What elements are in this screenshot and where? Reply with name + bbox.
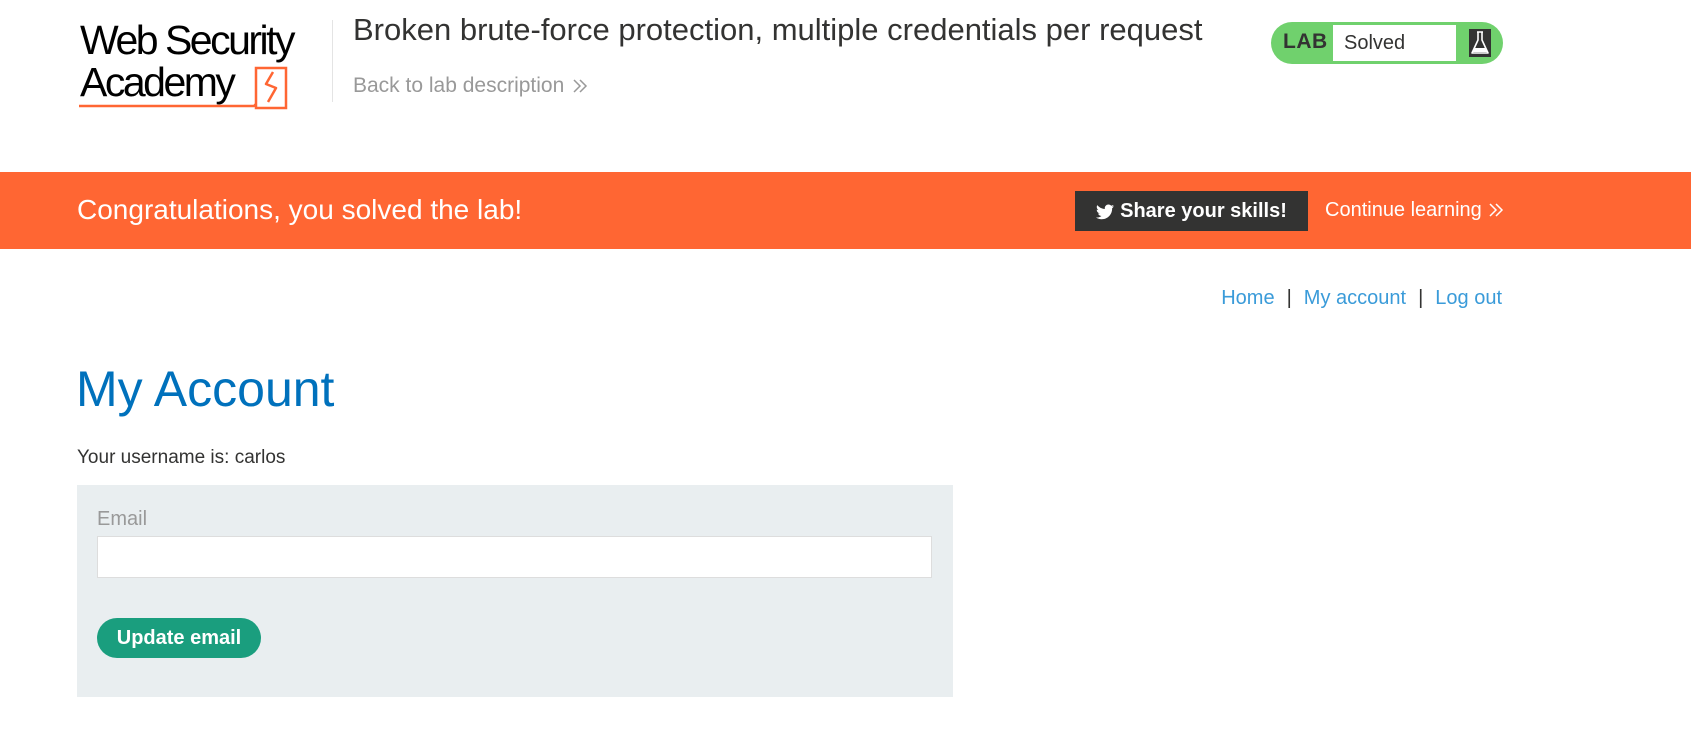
lab-status-state: Solved bbox=[1333, 25, 1456, 61]
twitter-icon bbox=[1096, 194, 1115, 234]
email-label: Email bbox=[97, 508, 148, 530]
logo-graphic: Web Security Academy bbox=[79, 20, 299, 110]
header-divider bbox=[332, 20, 333, 102]
flask-icon bbox=[1469, 29, 1491, 57]
svg-text:Academy: Academy bbox=[80, 59, 236, 105]
nav-separator: | bbox=[1286, 287, 1292, 309]
nav-separator: | bbox=[1418, 287, 1424, 309]
nav-my-account-link[interactable]: My account bbox=[1304, 287, 1406, 309]
nav-home-link[interactable]: Home bbox=[1221, 287, 1274, 309]
nav-log-out-link[interactable]: Log out bbox=[1435, 287, 1502, 309]
email-input[interactable] bbox=[97, 536, 932, 578]
solved-banner: Congratulations, you solved the lab! Sha… bbox=[0, 172, 1691, 249]
username-text: Your username is: carlos bbox=[77, 447, 286, 468]
lab-status-widget: LAB Solved bbox=[1271, 22, 1503, 64]
continue-learning-link[interactable]: Continue learning bbox=[1325, 199, 1504, 224]
continue-learning-label: Continue learning bbox=[1325, 199, 1482, 221]
back-to-lab-description-link[interactable]: Back to lab description bbox=[353, 74, 588, 100]
back-link-label: Back to lab description bbox=[353, 74, 565, 97]
logo-line-2: Academy bbox=[80, 59, 236, 105]
congratulations-message: Congratulations, you solved the lab! bbox=[77, 194, 523, 225]
double-chevron-right-icon bbox=[572, 76, 588, 100]
lab-status-label: LAB bbox=[1283, 30, 1328, 53]
logo-line-1: Web Security bbox=[80, 20, 296, 63]
page-title: My Account bbox=[76, 361, 335, 417]
share-button-label: Share your skills! bbox=[1120, 200, 1287, 222]
account-nav: Home | My account | Log out bbox=[1221, 287, 1502, 310]
double-chevron-right-icon bbox=[1488, 201, 1504, 224]
update-email-button[interactable]: Update email bbox=[97, 618, 261, 658]
web-security-academy-logo[interactable]: Web Security Academy bbox=[78, 20, 330, 112]
update-email-form: Email Update email bbox=[77, 485, 953, 697]
header: Web Security Academy Broken brute-force … bbox=[0, 0, 1691, 172]
share-your-skills-button[interactable]: Share your skills! bbox=[1075, 191, 1308, 231]
lab-title: Broken brute-force protection, multiple … bbox=[353, 12, 1203, 47]
svg-text:Web Security: Web Security bbox=[80, 20, 296, 63]
